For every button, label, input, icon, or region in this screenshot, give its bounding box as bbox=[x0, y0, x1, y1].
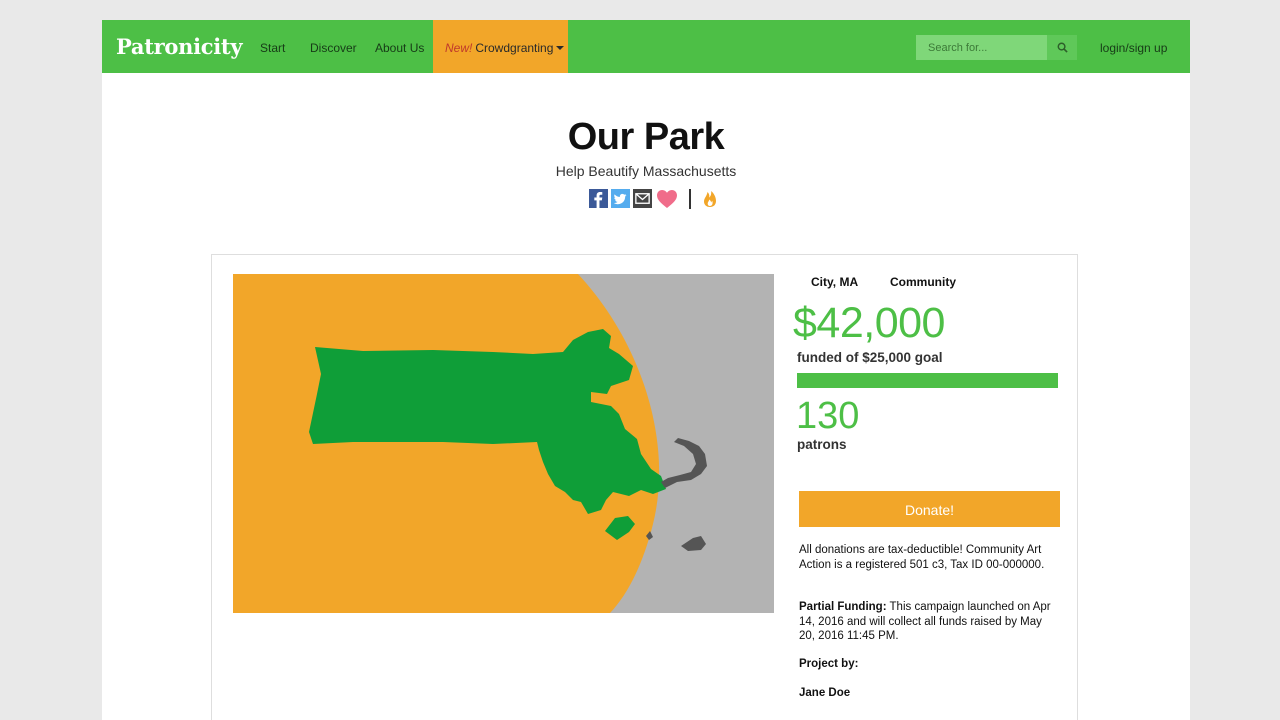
search-button[interactable] bbox=[1047, 35, 1077, 60]
login-signup-link[interactable]: login/sign up bbox=[1100, 20, 1167, 73]
nav-start[interactable]: Start bbox=[260, 20, 285, 73]
patrons-count: 130 bbox=[796, 395, 860, 437]
email-icon[interactable] bbox=[633, 189, 652, 208]
tax-deductible-note: All donations are tax-deductible! Commun… bbox=[799, 544, 1045, 571]
project-subtitle: Help Beautify Massachusetts bbox=[555, 163, 737, 179]
project-title: Our Park bbox=[567, 116, 725, 158]
project-image bbox=[233, 274, 774, 613]
nav-discover[interactable]: Discover bbox=[310, 20, 357, 73]
funded-amount: $42,000 bbox=[793, 299, 945, 347]
donate-button[interactable]: Donate! bbox=[799, 491, 1060, 527]
heart-icon[interactable] bbox=[656, 189, 678, 209]
share-separator bbox=[689, 189, 691, 209]
location-tag[interactable]: City, MA bbox=[811, 275, 858, 289]
category-tag[interactable]: Community bbox=[890, 275, 956, 289]
patrons-label: patrons bbox=[797, 437, 847, 452]
facebook-icon[interactable] bbox=[589, 189, 608, 208]
caret-down-icon bbox=[556, 46, 565, 50]
new-badge: New! bbox=[445, 41, 473, 55]
funding-goal: funded of $25,000 goal bbox=[797, 350, 943, 365]
partial-funding-note: Partial Funding: This campaign launched … bbox=[799, 600, 1059, 644]
page: Patronicity Start Discover About Us New!… bbox=[102, 20, 1190, 720]
twitter-icon[interactable] bbox=[611, 189, 630, 208]
crowdgranting-label: Crowdgranting bbox=[475, 41, 554, 55]
progress-bar bbox=[797, 373, 1058, 388]
project-by-label: Project by: bbox=[799, 658, 859, 670]
partial-funding-label: Partial Funding: bbox=[799, 601, 887, 613]
navbar: Patronicity Start Discover About Us New!… bbox=[102, 20, 1190, 73]
search-box bbox=[916, 35, 1077, 60]
project-owner[interactable]: Jane Doe bbox=[799, 687, 850, 699]
progress-fill bbox=[797, 373, 1058, 388]
search-input[interactable] bbox=[916, 35, 1047, 60]
nav-about-us[interactable]: About Us bbox=[375, 20, 424, 73]
flame-icon[interactable] bbox=[702, 189, 718, 208]
nav-crowdgranting-dropdown[interactable]: New! Crowdgranting bbox=[433, 20, 568, 73]
massachusetts-map-graphic bbox=[233, 274, 774, 613]
search-icon bbox=[1057, 42, 1068, 53]
project-card: City, MA Community $42,000 funded of $25… bbox=[211, 254, 1078, 720]
brand-logo[interactable]: Patronicity bbox=[116, 20, 243, 73]
